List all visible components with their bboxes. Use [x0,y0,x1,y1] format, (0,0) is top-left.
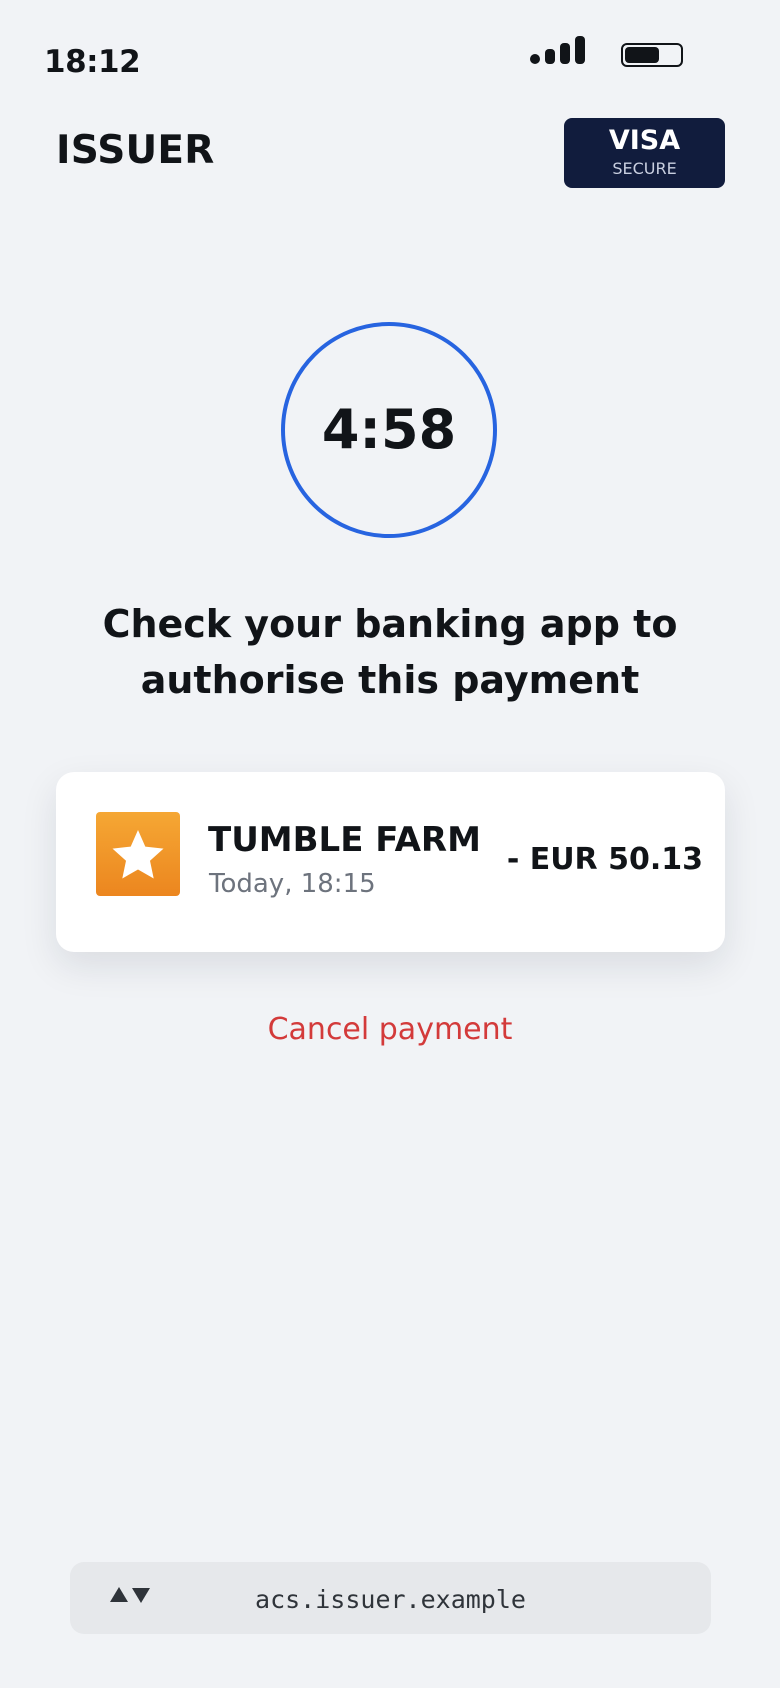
merchant-logo [96,812,180,896]
address-bar[interactable]: acs.issuer.example [70,1562,711,1634]
visa-secure-badge: VISA SECURE [564,118,725,188]
cancel-payment-link[interactable]: Cancel payment [0,1012,780,1047]
visa-brand-label: VISA [608,125,681,156]
transaction-card: TUMBLE FARM Today, 18:15 - EUR 50.13 [56,772,725,952]
merchant-name: TUMBLE FARM [208,820,481,860]
address-url: acs.issuer.example [255,1585,526,1614]
star-icon [112,830,164,879]
instruction-line-2: authorise this payment [140,658,640,702]
status-time: 18:12 [44,44,141,80]
signal-icon [530,36,585,64]
countdown-timer: 4:58 [281,322,497,538]
issuer-name: ISSUER [56,128,215,173]
status-bar: 18:12 [0,0,780,110]
battery-icon [621,43,683,67]
authorisation-instruction: Check your banking app to authorise this… [60,596,720,708]
visa-secure-label: SECURE [612,159,677,178]
transaction-date: Today, 18:15 [209,869,376,899]
countdown-value: 4:58 [321,398,457,461]
transaction-amount: - EUR 50.13 [506,842,703,877]
instruction-line-1: Check your banking app to [102,602,678,646]
